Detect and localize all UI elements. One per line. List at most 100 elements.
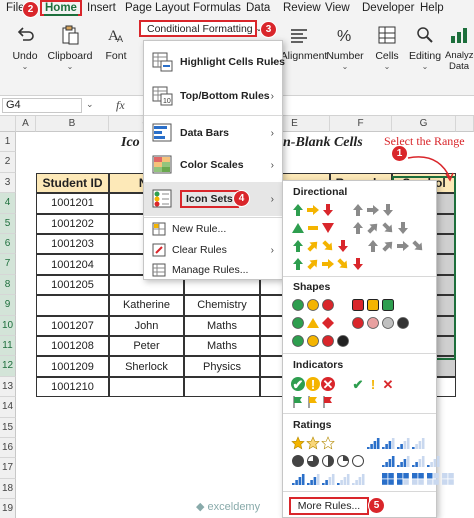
icon-set-option[interactable] (291, 203, 395, 217)
row-header-3[interactable]: 3 (0, 172, 16, 194)
menu-item-color-scales[interactable]: Color Scales › (144, 149, 282, 181)
menu-item-highlight-cells-rules[interactable]: Highlight Cells Rules › (144, 47, 285, 77)
subject-cell[interactable]: Physics (184, 356, 260, 377)
icon-set-option[interactable]: ✔! ✕ ✔! ✕ (291, 377, 395, 392)
row-header-17[interactable]: 17 (0, 458, 16, 479)
menu-item-manage-rules[interactable]: Manage Rules... (144, 260, 282, 280)
undo-group[interactable]: Undo ⌄ (0, 18, 50, 71)
icon-set-option[interactable] (291, 316, 410, 330)
row-header-11[interactable]: 11 (0, 336, 16, 357)
icon-set-option[interactable] (291, 472, 455, 486)
subject-cell[interactable] (184, 376, 260, 398)
tab-insert[interactable]: Insert (87, 2, 116, 14)
row-header-4[interactable]: 4 (0, 193, 16, 214)
step-badge-2: 2 (22, 1, 39, 18)
row-header-12[interactable]: 12 (0, 356, 16, 377)
table-header-cell[interactable]: Student ID (36, 172, 109, 194)
clear-rules-icon (152, 243, 166, 257)
menu-item-new-rule[interactable]: New Rule... (144, 219, 282, 239)
editing-group[interactable]: Editing ⌄ (400, 18, 450, 71)
arrow-right-icon (321, 257, 335, 271)
student-id-cell[interactable]: 1001210 (36, 376, 109, 398)
icon-set-option[interactable] (291, 221, 410, 235)
clipboard-group[interactable]: Clipboard ⌄ (45, 18, 95, 71)
student-id-cell[interactable] (36, 295, 109, 316)
tab-page-layout[interactable]: Page Layout (125, 2, 190, 14)
menu-item-clear-rules[interactable]: Clear Rules › (144, 240, 282, 260)
column-header-a[interactable]: A (16, 116, 36, 132)
circle-icon (291, 298, 305, 312)
row-header-19[interactable]: 19 (0, 499, 16, 518)
row-header-10[interactable]: 10 (0, 315, 16, 336)
menu-item-icon-sets[interactable]: Icon Sets › (144, 182, 282, 216)
student-id-cell[interactable]: 1001209 (36, 356, 109, 377)
icon-set-option[interactable] (291, 395, 335, 409)
icon-set-option[interactable] (291, 239, 425, 253)
tab-formulas[interactable]: Formulas (193, 2, 241, 14)
select-all-corner[interactable] (0, 116, 16, 132)
student-id-cell[interactable]: 1001208 (36, 336, 109, 357)
student-id-cell[interactable]: 1001202 (36, 213, 109, 234)
arrow-down-icon (381, 203, 395, 217)
x-circle-icon: ✕ (321, 377, 335, 392)
subject-cell[interactable]: Maths (184, 315, 260, 336)
chevron-right-icon: › (270, 90, 274, 102)
row-header-9[interactable]: 9 (0, 295, 16, 316)
student-name-cell[interactable]: Katherine (109, 295, 184, 316)
student-id-cell[interactable]: 1001204 (36, 254, 109, 275)
row-header-14[interactable]: 14 (0, 397, 16, 418)
row-header-16[interactable]: 16 (0, 438, 16, 459)
menu-item-top-bottom-rules[interactable]: 10 Top/Bottom Rules › (144, 81, 282, 111)
student-id-cell[interactable]: 1001203 (36, 234, 109, 255)
icon-set-option[interactable] (291, 257, 365, 271)
student-name-cell[interactable]: John (109, 315, 184, 336)
icon-set-option[interactable] (291, 454, 440, 468)
triangle-icon (306, 316, 320, 330)
row-header-5[interactable]: 5 (0, 213, 16, 234)
column-header-f[interactable]: F (330, 116, 392, 132)
subject-cell[interactable]: Chemistry (184, 295, 260, 316)
analyze-data-group[interactable]: Analyze Data (444, 18, 474, 72)
student-id-cell[interactable]: 1001207 (36, 315, 109, 336)
tab-help[interactable]: Help (420, 2, 444, 14)
circle-icon (291, 316, 305, 330)
row-header-7[interactable]: 7 (0, 254, 16, 275)
column-header-g[interactable]: G (392, 116, 456, 132)
student-name-cell[interactable] (109, 376, 184, 398)
subject-cell[interactable]: Maths (184, 336, 260, 357)
menu-divider (144, 217, 282, 218)
menu-item-data-bars[interactable]: Data Bars › (144, 117, 282, 149)
icon-set-option[interactable] (291, 298, 395, 312)
row-header-8[interactable]: 8 (0, 274, 16, 296)
row-header-1[interactable]: 1 (0, 132, 16, 153)
row-header-6[interactable]: 6 (0, 234, 16, 255)
row-header-2[interactable]: 2 (0, 152, 16, 173)
arrow-up-icon (351, 203, 365, 217)
sheet-title-right: n-Blank Cells (283, 135, 363, 150)
star-half-icon (306, 436, 320, 450)
icon-set-option[interactable] (291, 334, 350, 348)
tab-review[interactable]: Review (283, 2, 321, 14)
icon-set-option[interactable] (291, 436, 425, 450)
student-name-cell[interactable]: Peter (109, 336, 184, 357)
student-id-cell[interactable]: 1001205 (36, 274, 109, 296)
tab-developer[interactable]: Developer (362, 2, 414, 14)
row-header-13[interactable]: 13 (0, 376, 16, 398)
data-bars-icon (152, 123, 172, 142)
flyout-divider (283, 276, 436, 277)
font-group[interactable]: AA Font (91, 18, 141, 62)
column-header-h[interactable] (456, 116, 474, 132)
row-header-15[interactable]: 15 (0, 417, 16, 438)
student-name-cell[interactable]: Sherlock (109, 356, 184, 377)
conditional-formatting-button[interactable]: Conditional Formatting ⌄ (139, 20, 262, 37)
student-id-cell[interactable]: 1001201 (36, 193, 109, 214)
tab-data[interactable]: Data (246, 2, 270, 14)
tab-home[interactable]: Home (40, 0, 82, 16)
more-rules-button[interactable]: More Rules... (289, 497, 369, 515)
row-header-18[interactable]: 18 (0, 478, 16, 500)
tab-view[interactable]: View (325, 2, 350, 14)
name-box[interactable]: G4 (2, 98, 82, 113)
column-header-b[interactable]: B (36, 116, 109, 132)
